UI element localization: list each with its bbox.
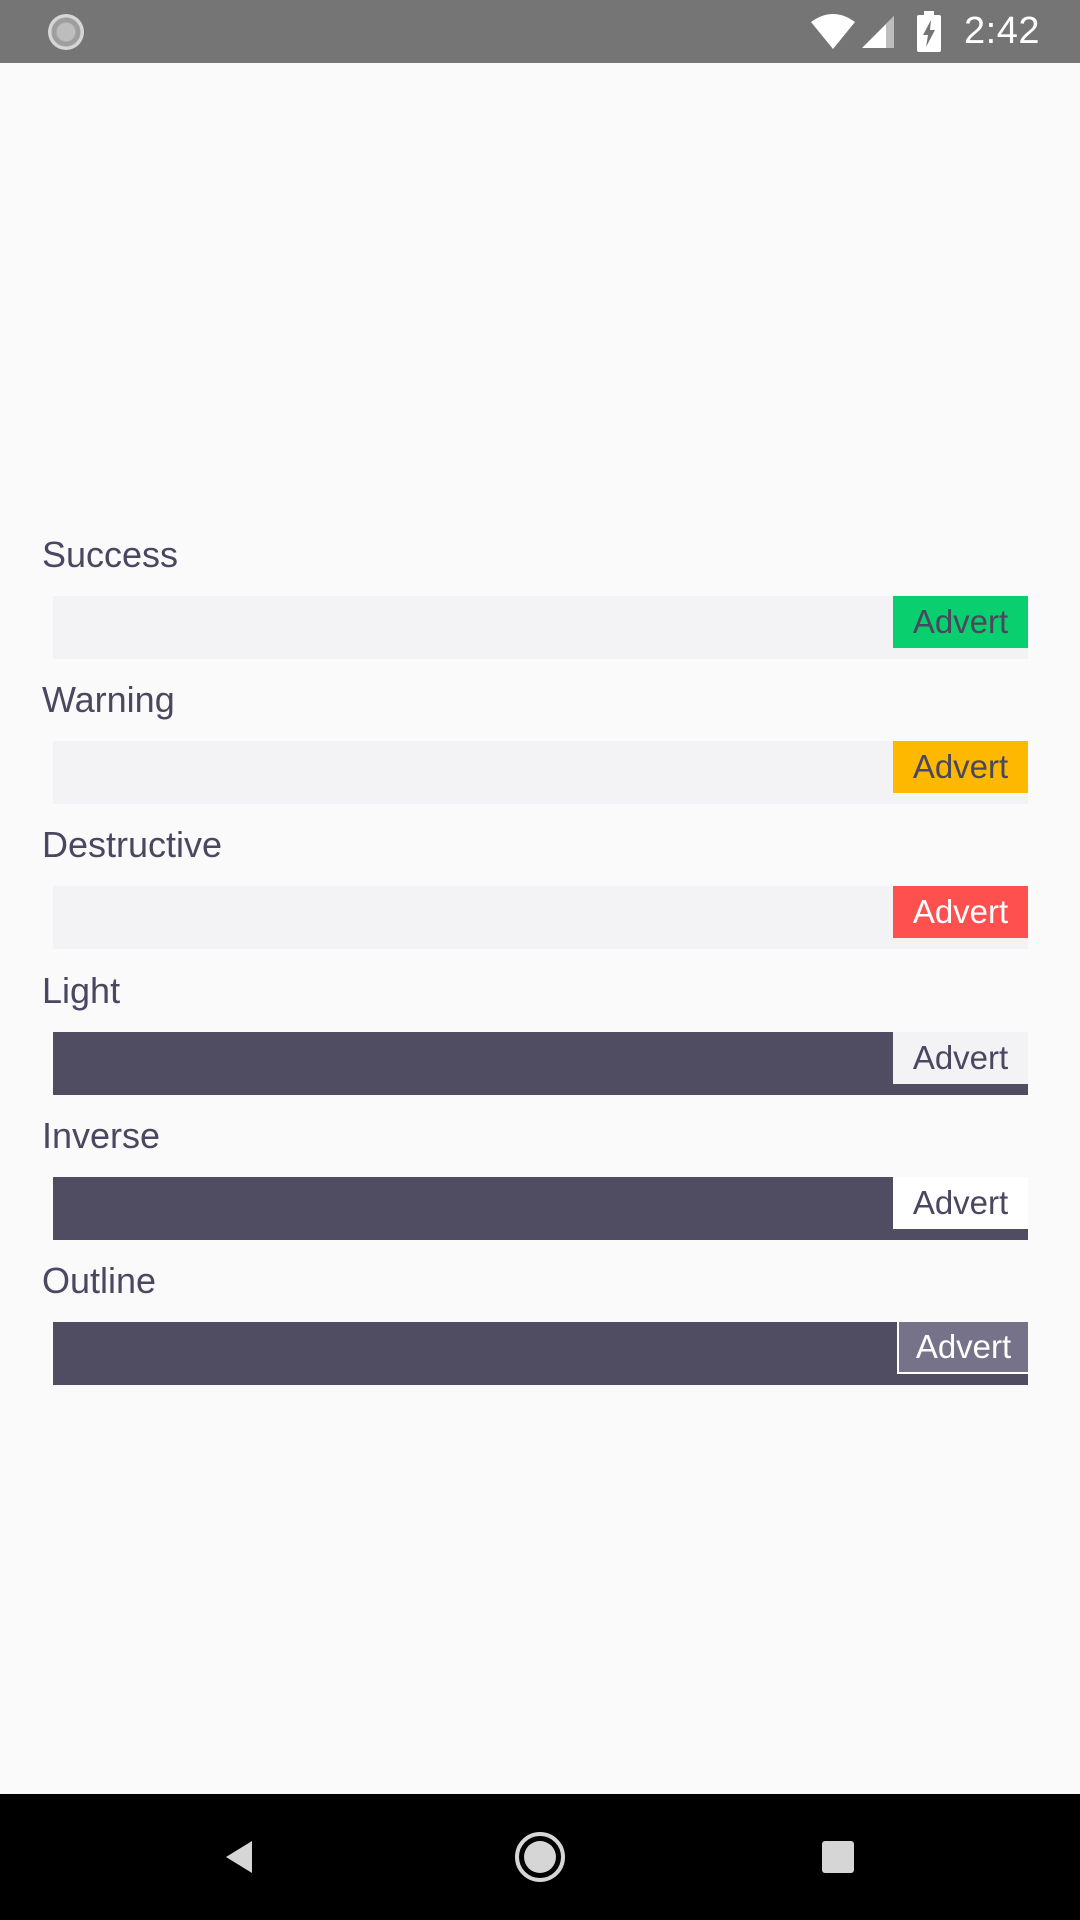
advert-bar-destructive[interactable]: Advert bbox=[53, 886, 1028, 949]
advert-badge[interactable]: Advert bbox=[897, 1322, 1028, 1374]
bar-background bbox=[53, 596, 1028, 659]
advert-bar-inverse[interactable]: Advert bbox=[53, 1177, 1028, 1240]
advert-badge[interactable]: Advert bbox=[893, 741, 1028, 793]
bar-background bbox=[53, 886, 1028, 949]
home-button[interactable] bbox=[480, 1794, 600, 1920]
section-label: Destructive bbox=[42, 824, 223, 865]
bar-background bbox=[53, 1322, 1028, 1385]
section-label: Inverse bbox=[42, 1115, 161, 1156]
advert-badge[interactable]: Advert bbox=[893, 886, 1028, 938]
clock: 2:42 bbox=[964, 10, 1040, 52]
battery-charging-icon bbox=[917, 10, 942, 52]
bar-background bbox=[53, 1032, 1028, 1095]
section-label: Light bbox=[42, 970, 121, 1011]
home-icon bbox=[515, 1832, 565, 1882]
section-label: Outline bbox=[42, 1260, 157, 1301]
back-button[interactable] bbox=[180, 1794, 300, 1920]
recents-button[interactable] bbox=[778, 1794, 898, 1920]
cellular-signal-icon bbox=[862, 15, 895, 48]
advert-bar-warning[interactable]: Advert bbox=[53, 741, 1028, 804]
section-label: Success bbox=[42, 534, 179, 575]
bar-background bbox=[53, 1177, 1028, 1240]
advert-badge[interactable]: Advert bbox=[893, 1032, 1028, 1084]
advert-bar-success[interactable]: Advert bbox=[53, 596, 1028, 659]
bar-background bbox=[53, 741, 1028, 804]
recents-icon bbox=[822, 1841, 854, 1873]
back-icon bbox=[226, 1841, 252, 1873]
advert-badge[interactable]: Advert bbox=[893, 596, 1028, 648]
wifi-icon bbox=[811, 13, 856, 49]
advert-badge[interactable]: Advert bbox=[893, 1177, 1028, 1229]
status-icons: 2:42 bbox=[810, 0, 1040, 63]
loading-indicator-icon bbox=[48, 14, 84, 50]
status-bar: 2:42 bbox=[0, 0, 1080, 63]
navigation-bar bbox=[0, 1794, 1080, 1920]
advert-bar-light[interactable]: Advert bbox=[53, 1032, 1028, 1095]
advert-bar-outline[interactable]: Advert bbox=[53, 1322, 1028, 1385]
section-label: Warning bbox=[42, 679, 175, 720]
